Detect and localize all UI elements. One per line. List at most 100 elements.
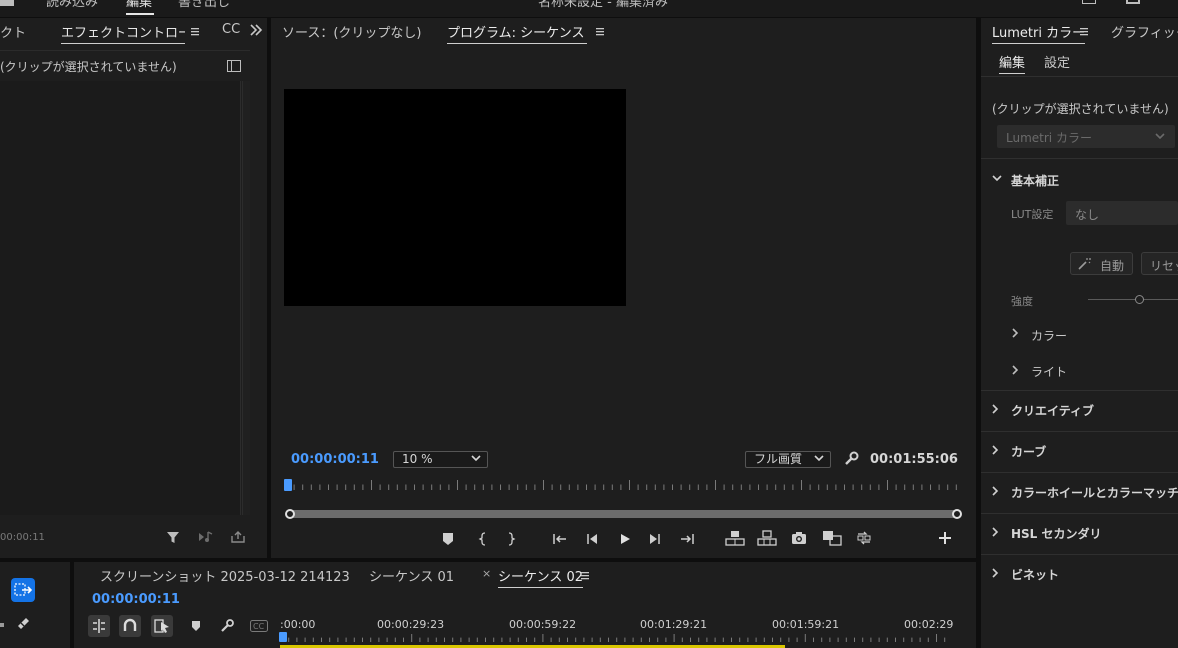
video-preview[interactable]	[284, 89, 626, 306]
zoom-dropdown[interactable]: 10 %	[393, 451, 488, 468]
section-curves[interactable]: カーブ	[1011, 443, 1046, 460]
tab-effect-controls[interactable]: エフェクトコントロー/	[61, 22, 185, 44]
section-basic-correction[interactable]: 基本補正	[1011, 172, 1059, 189]
go-to-in-icon[interactable]	[552, 532, 568, 546]
menu-export[interactable]: 書き出し	[178, 0, 230, 10]
tab-sequence-01[interactable]: シーケンス 01	[369, 566, 454, 585]
linked-selection-button[interactable]	[151, 615, 173, 637]
section-hsl-secondary[interactable]: HSL セカンダリ	[1011, 525, 1102, 542]
mark-out-icon[interactable]	[506, 532, 516, 546]
extract-icon[interactable]	[757, 530, 777, 546]
no-clip-message: (クリップが選択されていません)	[992, 102, 1169, 116]
no-clip-message: (クリップが選択されていません)	[0, 60, 177, 74]
tab-screenshot[interactable]: スクリーンショット 2025-03-12 214123	[100, 566, 350, 585]
lut-value: なし	[1075, 208, 1100, 222]
hamburger-menu-icon[interactable]	[190, 26, 200, 36]
scrollbar[interactable]	[242, 81, 250, 515]
step-back-icon[interactable]	[585, 532, 599, 546]
selection-tool-button[interactable]	[11, 578, 35, 602]
comparison-view-icon[interactable]	[822, 530, 842, 546]
tools-panel	[0, 562, 70, 648]
section-creative[interactable]: クリエイティブ	[1011, 402, 1094, 419]
zoom-value: 10 %	[402, 452, 433, 466]
intensity-slider[interactable]	[1088, 299, 1178, 300]
tab-lumetri-color[interactable]: Lumetri カラー	[992, 22, 1086, 44]
quality-dropdown[interactable]: フル画質	[745, 451, 831, 468]
hamburger-menu-icon[interactable]	[1079, 26, 1089, 36]
chevron-right-icon[interactable]	[992, 568, 1000, 578]
playhead-marker[interactable]	[284, 479, 292, 491]
chevron-down-icon	[1155, 133, 1165, 141]
subsection-light[interactable]: ライト	[1031, 363, 1067, 380]
reset-button[interactable]: リセッ	[1141, 252, 1178, 275]
tab-cc[interactable]: CC	[222, 22, 240, 37]
lumetri-effect-dropdown[interactable]: Lumetri カラー	[997, 125, 1175, 148]
fullscreen-icon[interactable]	[1126, 0, 1140, 4]
insert-sequence-nest-button[interactable]	[88, 615, 110, 637]
chevron-down-icon	[814, 455, 824, 463]
wrench-icon[interactable]	[843, 451, 859, 467]
add-marker-icon[interactable]	[442, 532, 454, 546]
chevron-right-icon[interactable]	[992, 404, 1000, 414]
camera-icon[interactable]	[791, 531, 807, 545]
chevron-right-icon[interactable]	[1012, 365, 1020, 375]
section-color-wheels[interactable]: カラーホイールとカラーマッチ	[1011, 484, 1178, 501]
layout-icon[interactable]	[1082, 0, 1096, 4]
razor-tool-icon[interactable]	[15, 614, 31, 630]
intensity-slider-handle[interactable]	[1135, 295, 1144, 304]
timeline-settings-wrench-icon[interactable]	[220, 619, 234, 633]
auto-button[interactable]: 自動	[1070, 252, 1133, 275]
tab-source[interactable]: ソース：(クリップなし)	[282, 22, 422, 41]
tab-project[interactable]: クト	[0, 22, 26, 41]
panel-toggle-icon[interactable]	[227, 60, 241, 72]
add-button-icon[interactable]	[938, 531, 952, 545]
chevron-down-icon[interactable]	[992, 175, 1002, 183]
menu-edit-underline	[126, 13, 154, 15]
chevron-right-icon[interactable]	[992, 486, 1000, 496]
zoom-bar-right-handle[interactable]	[952, 509, 962, 519]
intensity-label: 強度	[1011, 295, 1033, 308]
duration-timecode: 00:01:55:06	[870, 452, 958, 467]
chevron-right-icon[interactable]	[1012, 328, 1020, 338]
quality-value: フル画質	[754, 452, 803, 466]
tab-program[interactable]: プログラム: シーケンス 0:	[447, 22, 587, 44]
lift-icon[interactable]	[725, 530, 745, 546]
export-frame-icon[interactable]	[231, 530, 245, 544]
mark-in-icon[interactable]	[478, 532, 488, 546]
tab-graphics[interactable]: グラフィック	[1111, 22, 1178, 41]
snap-button[interactable]	[119, 615, 141, 637]
subsection-color[interactable]: カラー	[1031, 327, 1067, 344]
current-timecode[interactable]: 00:00:00:11	[291, 452, 379, 467]
step-forward-icon[interactable]	[648, 532, 662, 546]
ruler-label-3: 00:01:29:21	[640, 618, 708, 631]
hamburger-menu-icon[interactable]	[595, 26, 605, 36]
close-tab-icon[interactable]: ×	[482, 567, 491, 580]
menu-import[interactable]: 読み込み	[46, 0, 98, 10]
chevron-right-icon[interactable]	[992, 445, 1000, 455]
toggle-proxy-icon[interactable]	[856, 530, 872, 546]
subtab-settings[interactable]: 設定	[1044, 52, 1070, 71]
lut-dropdown[interactable]: なし	[1066, 201, 1178, 225]
play-icon[interactable]	[618, 532, 632, 546]
tab-sequence-02[interactable]: シーケンス 02	[498, 566, 584, 588]
menu-edit[interactable]: 編集	[126, 0, 152, 10]
overflow-chevrons-icon[interactable]	[249, 24, 263, 36]
add-marker-icon[interactable]	[191, 620, 201, 632]
hamburger-menu-icon[interactable]	[580, 570, 590, 580]
ruler-label-4: 00:01:59:21	[772, 618, 840, 631]
linked-selection-icon	[154, 619, 169, 633]
chevron-right-icon[interactable]	[992, 527, 1000, 537]
timeline-timecode[interactable]: 00:00:00:11	[92, 592, 180, 607]
go-to-out-icon[interactable]	[679, 532, 695, 546]
audio-only-icon[interactable]	[198, 530, 214, 544]
monitor-zoom-bar[interactable]	[290, 510, 958, 518]
timeline-ruler[interactable]: :00:00 00:00:29:23 00:00:59:22 00:01:29:…	[280, 616, 953, 648]
timeline-playhead[interactable]	[279, 632, 287, 642]
filter-icon[interactable]	[166, 530, 180, 544]
home-icon[interactable]	[0, 0, 14, 6]
subtab-edit[interactable]: 編集	[999, 52, 1026, 74]
monitor-time-ruler[interactable]	[285, 480, 963, 496]
captions-icon[interactable]: CC	[250, 620, 268, 632]
zoom-bar-left-handle[interactable]	[285, 509, 295, 519]
section-vignette[interactable]: ビネット	[1011, 566, 1059, 583]
